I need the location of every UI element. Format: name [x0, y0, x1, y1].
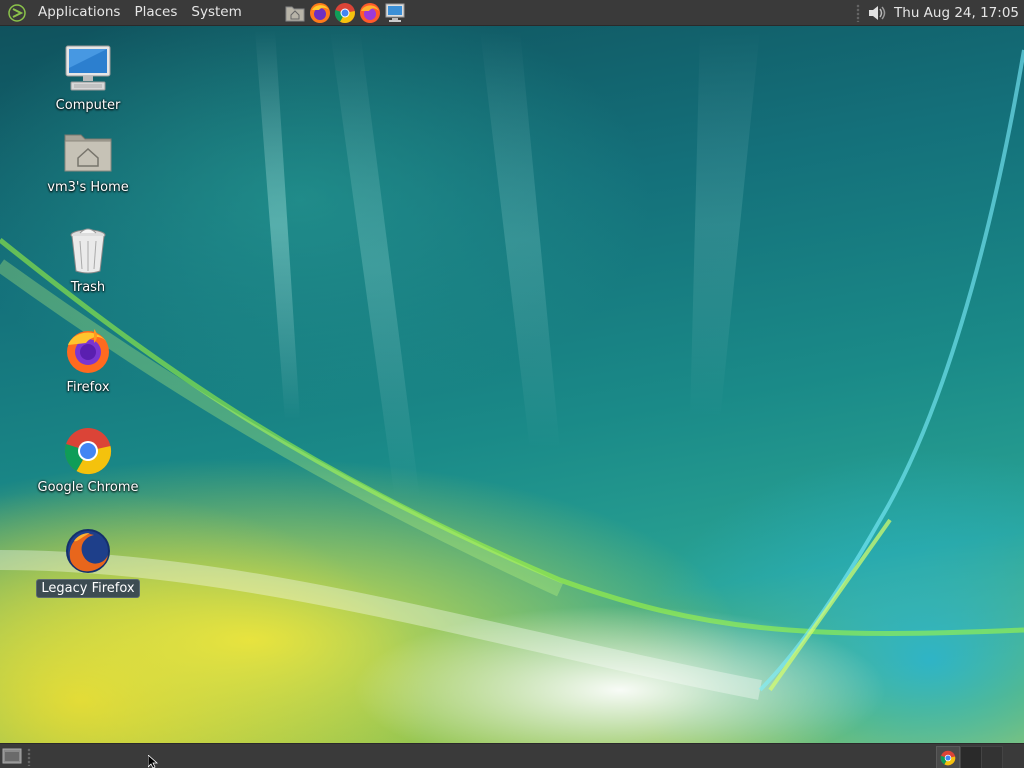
desktop-icon-legacy-firefox[interactable]: Legacy Firefox [28, 526, 148, 598]
desktop-icon-label: Firefox [66, 380, 110, 395]
firefox-icon [63, 326, 113, 376]
computer-launcher-icon[interactable] [383, 1, 407, 25]
volume-icon[interactable] [864, 1, 888, 25]
chrome-icon [63, 426, 113, 476]
desktop-icon-label: vm3's Home [47, 180, 129, 195]
applications-menu[interactable]: Applications [31, 0, 127, 25]
desktop-icon-label: Computer [55, 98, 121, 113]
panel-grip [856, 3, 861, 22]
desktop-icon-google-chrome[interactable]: Google Chrome [28, 426, 148, 496]
desktop-icon-firefox[interactable]: Firefox [28, 326, 148, 396]
top-panel: Applications Places System Thu Aug 24, 1… [0, 0, 1024, 26]
chrome-launcher-icon[interactable] [333, 1, 357, 25]
mouse-cursor-icon [147, 754, 159, 768]
distro-logo-icon[interactable] [7, 3, 27, 23]
desktop-icon-label: Google Chrome [37, 480, 139, 495]
desktop-wallpaper [0, 0, 1024, 768]
chrome-icon [940, 750, 956, 765]
workspace-switcher-2[interactable] [981, 746, 1003, 768]
computer-icon [63, 44, 113, 94]
desktop-icon-label: Legacy Firefox [36, 579, 140, 598]
taskbar-button-chrome[interactable] [936, 746, 960, 768]
desktop-icon-label: Trash [70, 280, 106, 295]
firefox-launcher-icon[interactable] [358, 1, 382, 25]
trash-icon [63, 226, 113, 276]
system-menu[interactable]: System [184, 0, 248, 25]
panel-grip [27, 748, 31, 766]
launcher-bar [283, 1, 407, 25]
system-tray: Thu Aug 24, 17:05 [856, 0, 1024, 25]
firefox-launcher-icon[interactable] [308, 1, 332, 25]
places-menu[interactable]: Places [127, 0, 184, 25]
legacy-firefox-icon [63, 526, 113, 576]
home-folder-launcher-icon[interactable] [283, 1, 307, 25]
workspace-switcher-1[interactable] [960, 746, 982, 768]
show-desktop-icon[interactable] [2, 747, 22, 765]
clock[interactable]: Thu Aug 24, 17:05 [894, 5, 1024, 21]
desktop-icon-trash[interactable]: Trash [28, 226, 148, 296]
desktop-icon-home[interactable]: vm3's Home [28, 126, 148, 196]
home-folder-icon [63, 126, 113, 176]
desktop-icon-computer[interactable]: Computer [28, 44, 148, 114]
